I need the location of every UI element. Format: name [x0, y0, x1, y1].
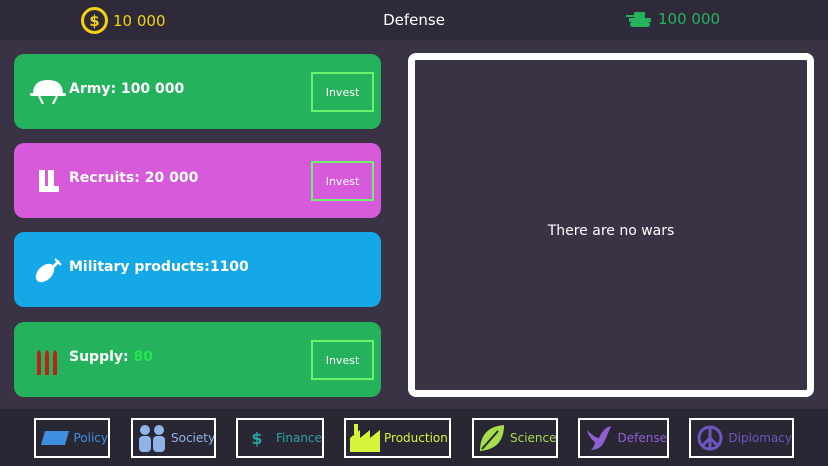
- recruits-card: Recruits: 20 000 Invest: [14, 143, 381, 218]
- army-card: Army: 100 000 Invest: [14, 54, 381, 129]
- supply-card: Supply: 80 Invest: [14, 322, 381, 397]
- tab-production[interactable]: Production: [344, 418, 451, 458]
- army-value: 100 000: [658, 10, 721, 28]
- supply-label: Supply: 80: [69, 349, 153, 365]
- tab-defense[interactable]: Defense: [578, 418, 669, 458]
- ammo-icon: [28, 340, 68, 380]
- boots-icon: [28, 161, 68, 201]
- helmet-icon: [28, 72, 68, 112]
- recruits-label: Recruits: 20 000: [69, 170, 199, 186]
- bottom-nav: Policy Society $ Finance Production Scie…: [0, 409, 828, 466]
- tab-science-label: Science: [510, 431, 557, 445]
- tab-policy[interactable]: Policy: [34, 418, 110, 458]
- invest-army-button[interactable]: Invest: [311, 72, 374, 112]
- dollar-icon: $: [251, 428, 263, 448]
- people-icon: [137, 423, 167, 453]
- dove-icon: [584, 423, 614, 453]
- leaf-icon: [478, 423, 506, 453]
- wars-panel: There are no wars: [408, 53, 814, 397]
- tab-defense-label: Defense: [617, 431, 667, 445]
- military-products-label: Military products:1100: [69, 259, 249, 275]
- tab-policy-label: Policy: [73, 431, 108, 445]
- bomb-icon: [28, 250, 68, 290]
- no-wars-message: There are no wars: [547, 223, 675, 239]
- army-counter: 100 000: [626, 10, 720, 28]
- tab-finance-label: Finance: [276, 431, 322, 445]
- peace-icon: [695, 423, 724, 453]
- tank-icon: [626, 12, 651, 27]
- factory-icon: [350, 423, 380, 453]
- invest-recruits-button[interactable]: Invest: [311, 161, 374, 201]
- tab-finance[interactable]: $ Finance: [236, 418, 324, 458]
- flag-icon: [40, 423, 69, 453]
- invest-supply-button[interactable]: Invest: [311, 340, 374, 380]
- tab-production-label: Production: [384, 431, 448, 445]
- tab-society[interactable]: Society: [131, 418, 216, 458]
- tab-society-label: Society: [171, 431, 216, 445]
- tab-diplomacy[interactable]: Diplomacy: [689, 418, 794, 458]
- supply-value: 80: [133, 349, 153, 365]
- army-label: Army: 100 000: [69, 81, 185, 97]
- supply-label-text: Supply:: [69, 349, 129, 365]
- military-products-card: Military products:1100: [14, 232, 381, 307]
- tab-science[interactable]: Science: [472, 418, 558, 458]
- top-bar: $ 10 000 Defense 100 000: [0, 0, 828, 40]
- tab-diplomacy-label: Diplomacy: [728, 431, 792, 445]
